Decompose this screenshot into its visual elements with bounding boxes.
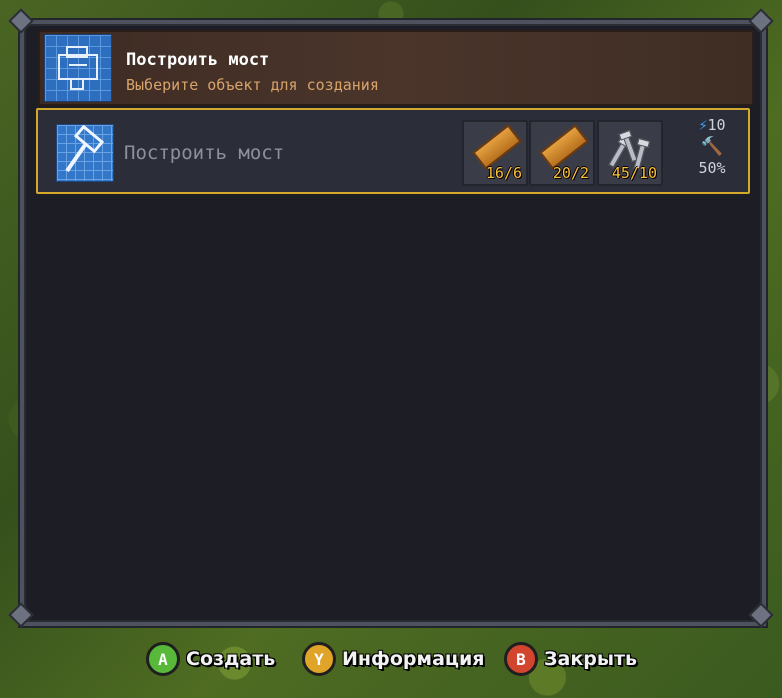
material-count: 20/2 <box>552 164 589 182</box>
success-chance: 50% <box>698 159 726 177</box>
material-slot-wood-1: 16/6 <box>462 120 528 186</box>
material-slot-wood-2: 20/2 <box>529 120 595 186</box>
controller-button-bar: A Создать Y Информация B Закрыть <box>0 640 782 680</box>
window-subtitle: Выберите объект для создания <box>126 76 379 94</box>
recipe-row-build-bridge[interactable]: Построить мост 16/6 20/2 45/10 ⚡10 🔨 50% <box>36 108 750 194</box>
energy-cost: 10 <box>707 116 726 134</box>
blueprint-icon <box>44 34 112 102</box>
recipe-stats: ⚡10 🔨 50% <box>682 116 742 177</box>
create-button[interactable]: A Создать <box>146 640 275 678</box>
material-count: 45/10 <box>611 164 657 182</box>
close-button[interactable]: B Закрыть <box>504 640 637 678</box>
wood-plank-icon <box>539 124 589 170</box>
hammer-blueprint-icon <box>56 124 114 182</box>
info-button[interactable]: Y Информация <box>302 640 484 678</box>
close-button-label: Закрыть <box>544 648 638 670</box>
hammer-icon: 🔨 <box>700 136 724 157</box>
window-header: Построить мост Выберите объект для созда… <box>38 30 754 106</box>
info-button-label: Информация <box>342 648 485 670</box>
a-button-icon: A <box>146 642 180 676</box>
recipe-name: Построить мост <box>124 142 285 164</box>
b-button-icon: B <box>504 642 538 676</box>
material-slot-nails: 45/10 <box>597 120 663 186</box>
window-title: Построить мост <box>126 50 270 70</box>
y-button-icon: Y <box>302 642 336 676</box>
wood-plank-icon <box>472 124 522 170</box>
create-button-label: Создать <box>186 648 276 670</box>
material-count: 16/6 <box>485 164 522 182</box>
